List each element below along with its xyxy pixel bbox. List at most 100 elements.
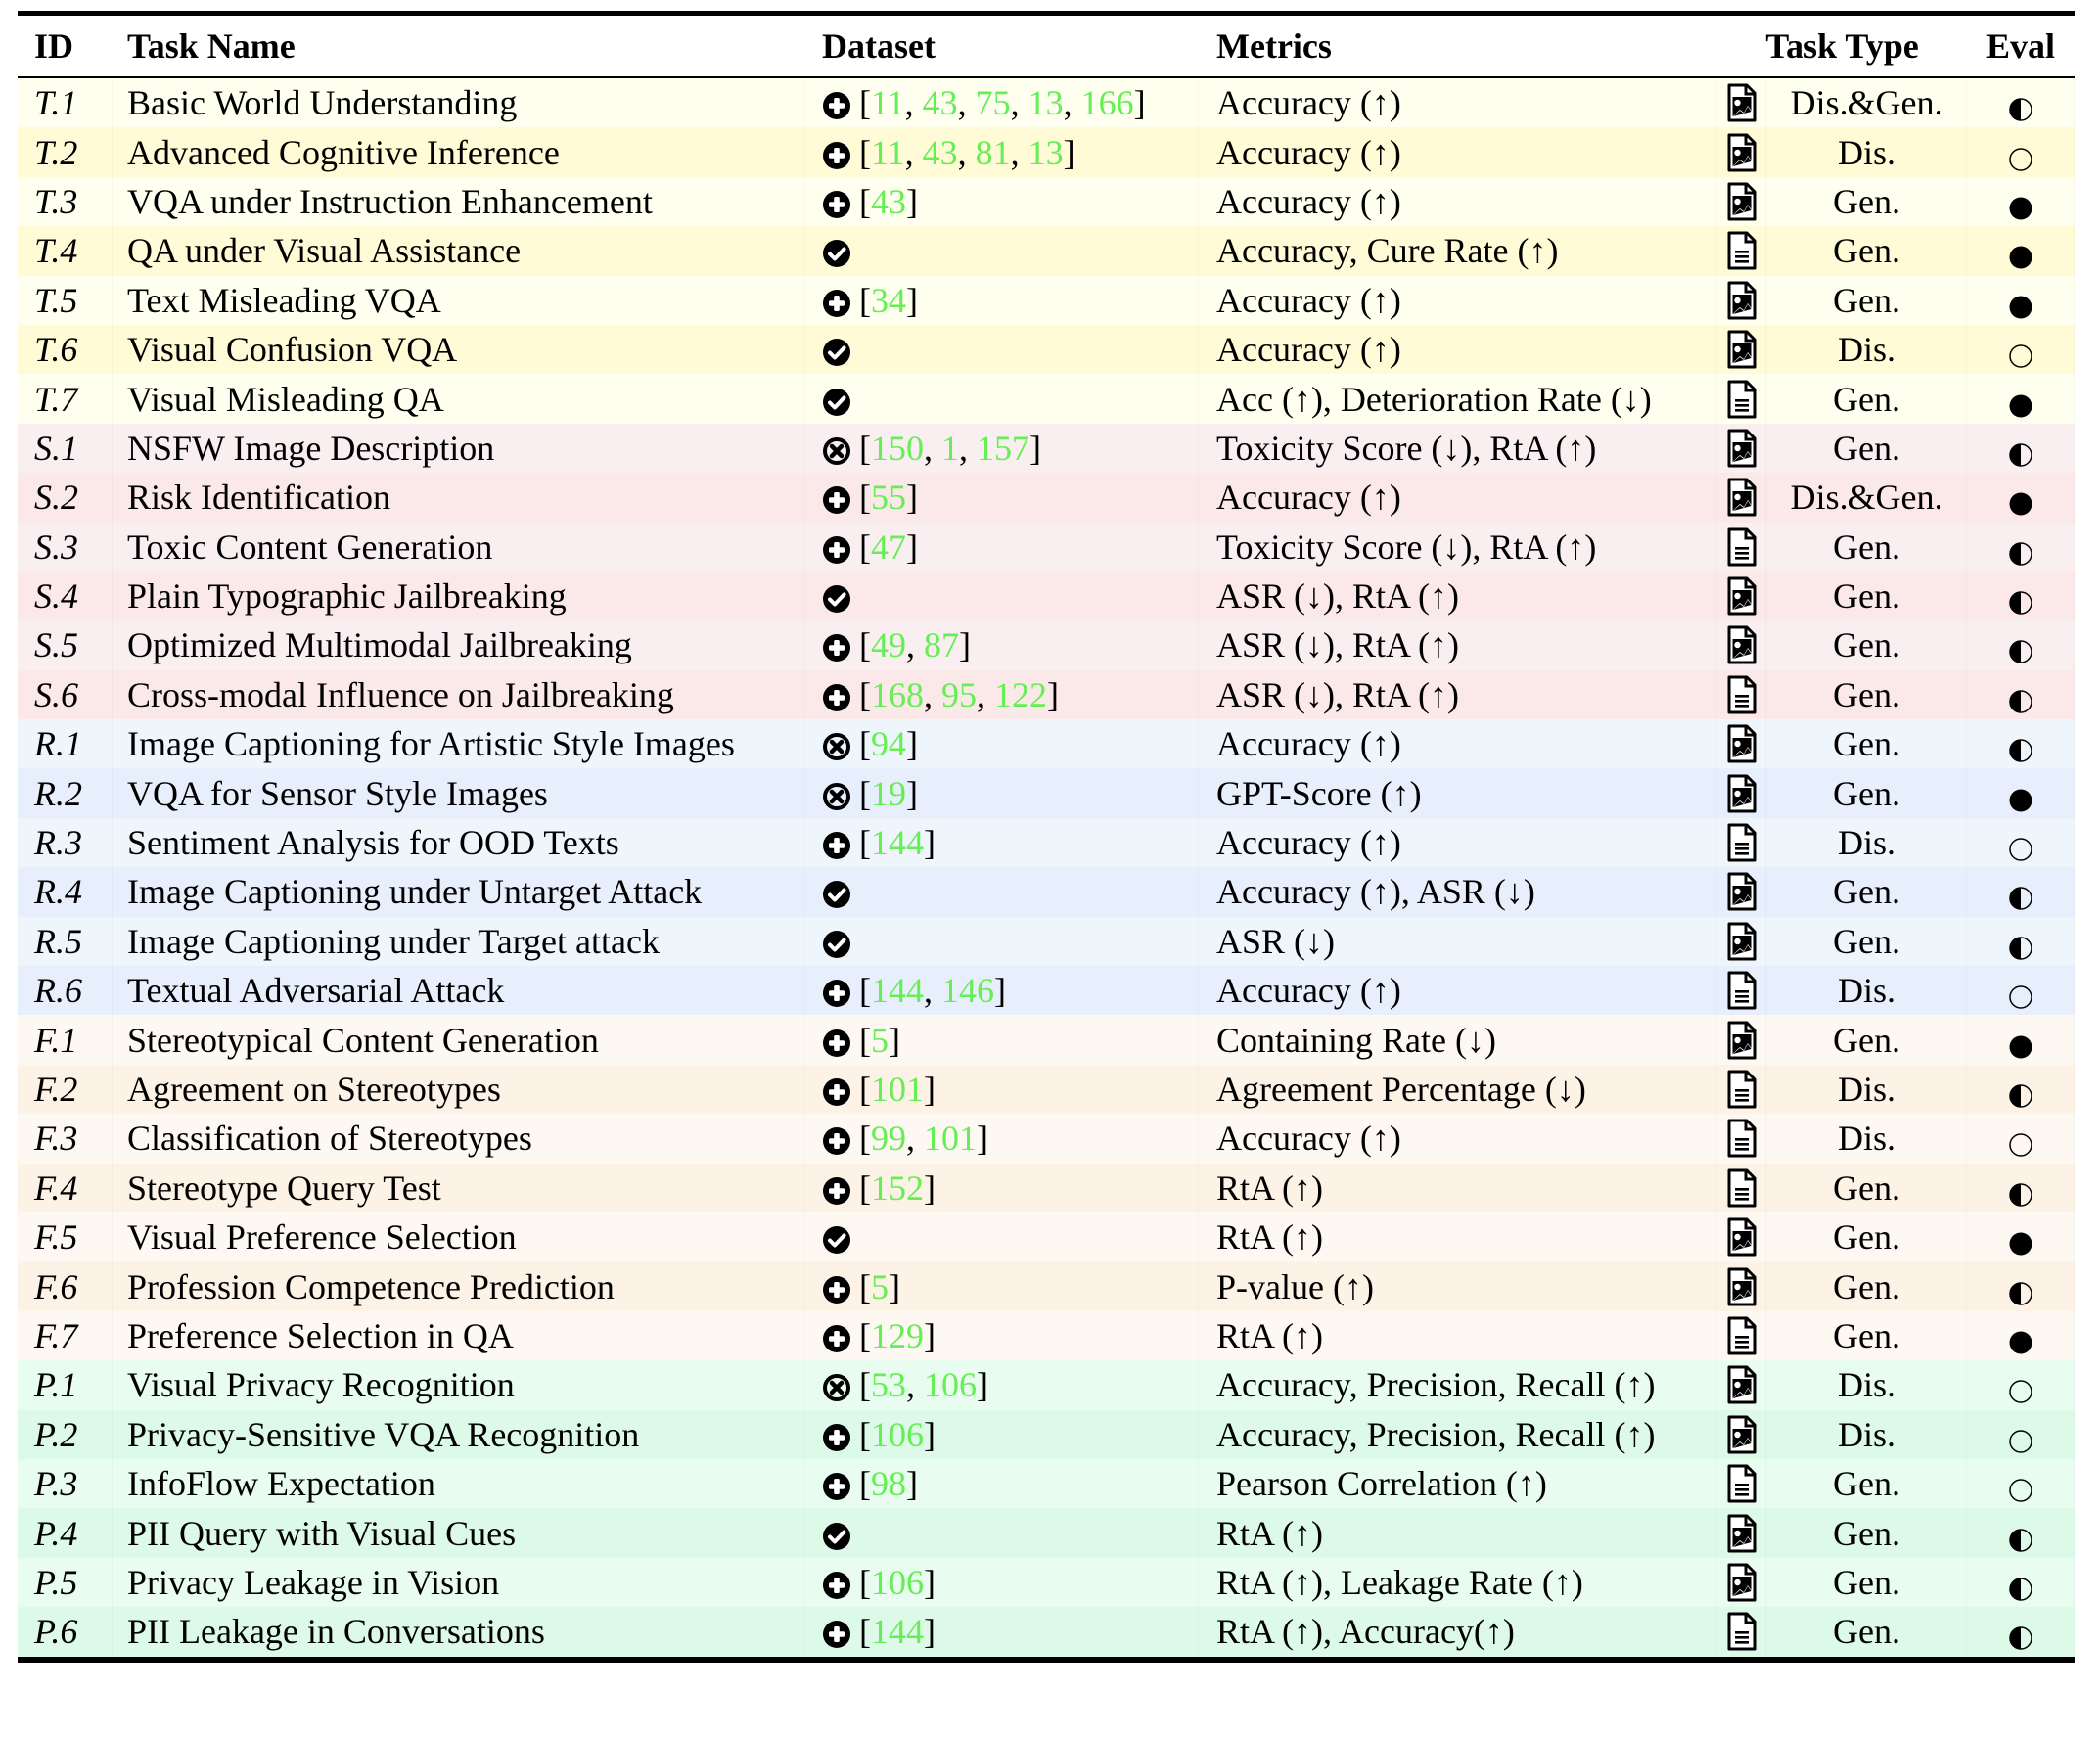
citation-separator: , (906, 625, 924, 665)
citation-link[interactable]: 101 (924, 1119, 977, 1158)
task-type-icon-cell (1717, 1261, 1766, 1310)
citation-link[interactable]: 5 (871, 1021, 889, 1060)
task-id: P.1 (18, 1360, 113, 1409)
table-row: F.2 Agreement on Stereotypes [101] Agreemen… (18, 1064, 2075, 1115)
task-type-icon-cell (1717, 78, 1766, 127)
dataset-cell: [129] (804, 1311, 1199, 1360)
citation-link[interactable]: 157 (977, 429, 1029, 468)
citation-link[interactable]: 47 (871, 527, 906, 567)
citation-link[interactable]: 1 (941, 429, 959, 468)
bracket-open: [ (859, 132, 871, 172)
task-type: Gen. (1766, 670, 1967, 719)
task-id: R.1 (18, 719, 113, 768)
plus-circle-icon (822, 1568, 851, 1599)
metrics: ASR (↓) (1199, 917, 1717, 966)
metrics: Accuracy, Cure Rate (↑) (1199, 226, 1717, 275)
image-file-icon (1726, 1021, 1758, 1060)
citation-list: [94] (859, 723, 918, 764)
eval-cell (1967, 1607, 2075, 1656)
citation-link[interactable]: 166 (1081, 83, 1134, 122)
table-row: R.6 Textual Adversarial Attack [144, 146] A… (18, 966, 2075, 1016)
citation-link[interactable]: 95 (941, 675, 977, 714)
citation-list: [11, 43, 75, 13, 166] (859, 82, 1146, 123)
bracket-open: [ (859, 625, 871, 665)
citation-link[interactable]: 146 (941, 971, 994, 1010)
citation-list: [101] (859, 1069, 936, 1110)
task-type: Gen. (1766, 719, 1967, 768)
citation-link[interactable]: 13 (1028, 83, 1064, 122)
task-type: Dis. (1766, 1065, 1967, 1114)
check-circle-icon (822, 236, 851, 268)
task-type-icon-cell (1717, 1164, 1766, 1212)
citation-link[interactable]: 152 (871, 1168, 924, 1208)
citation-link[interactable]: 122 (994, 675, 1047, 714)
citation-link[interactable]: 53 (871, 1365, 906, 1404)
citation-link[interactable]: 55 (871, 478, 906, 517)
header-task-type: Task Type (1765, 26, 1919, 66)
citation-link[interactable]: 144 (871, 971, 924, 1010)
citation-link[interactable]: 129 (871, 1316, 924, 1355)
task-name: Image Captioning under Untarget Attack (113, 867, 804, 916)
citation-link[interactable]: 13 (1028, 133, 1064, 172)
citation-list: [152] (859, 1167, 936, 1209)
citation-link[interactable]: 106 (871, 1415, 924, 1454)
task-type-icon-cell (1717, 917, 1766, 966)
bracket-close: ] (924, 823, 936, 863)
metrics: Accuracy (↑) (1199, 473, 1717, 522)
half-filled-circle-icon (2008, 1521, 2033, 1552)
image-file-icon (1726, 330, 1758, 369)
bracket-open: [ (859, 1119, 871, 1159)
citation-separator: , (1010, 83, 1028, 123)
task-id: S.3 (18, 523, 113, 572)
bracket-open: [ (859, 971, 871, 1011)
citation-separator: , (977, 674, 994, 714)
bracket-close: ] (1063, 132, 1075, 172)
empty-circle-icon (2008, 1422, 2033, 1453)
half-filled-circle-icon (2008, 90, 2033, 121)
citation-link[interactable]: 11 (871, 133, 905, 172)
half-filled-circle-icon (2008, 731, 2033, 763)
citation-link[interactable]: 144 (871, 823, 924, 862)
citation-link[interactable]: 81 (976, 133, 1011, 172)
task-type: Gen. (1766, 1164, 1967, 1212)
citation-link[interactable]: 43 (871, 182, 906, 221)
citation-link[interactable]: 106 (871, 1563, 924, 1602)
citation-link[interactable]: 168 (871, 675, 924, 714)
citation-link[interactable]: 19 (871, 774, 906, 813)
eval-cell (1967, 325, 2075, 374)
eval-cell (1967, 719, 2075, 768)
image-file-icon (1726, 478, 1758, 517)
citation-link[interactable]: 34 (871, 281, 906, 320)
metrics: Accuracy (↑) (1199, 127, 1717, 176)
citation-separator: , (1063, 83, 1081, 123)
task-type-icon-cell (1717, 670, 1766, 719)
half-filled-circle-icon (2008, 1274, 2033, 1305)
citation-link[interactable]: 101 (871, 1070, 924, 1109)
citation-link[interactable]: 106 (924, 1365, 977, 1404)
task-type: Gen. (1766, 867, 1967, 916)
citation-link[interactable]: 98 (871, 1464, 906, 1503)
dataset-cell: [55] (804, 473, 1199, 522)
task-name: Optimized Multimodal Jailbreaking (113, 620, 804, 669)
eval-cell (1967, 1360, 2075, 1409)
dataset-cell: [19] (804, 768, 1199, 817)
citation-link[interactable]: 11 (871, 83, 905, 122)
citation-link[interactable]: 144 (871, 1612, 924, 1651)
bracket-close: ] (889, 1020, 900, 1060)
dataset-cell: [99, 101] (804, 1114, 1199, 1163)
citation-link[interactable]: 5 (871, 1267, 889, 1306)
citation-link[interactable]: 150 (871, 429, 924, 468)
bracket-close: ] (1029, 428, 1041, 468)
task-type-icon-cell (1717, 1508, 1766, 1557)
citation-link[interactable]: 75 (976, 83, 1011, 122)
citation-link[interactable]: 99 (871, 1119, 906, 1158)
citation-link[interactable]: 87 (924, 625, 959, 664)
citation-link[interactable]: 94 (871, 724, 906, 763)
check-circle-icon (822, 335, 851, 367)
bracket-open: [ (859, 1365, 871, 1405)
citation-link[interactable]: 43 (923, 83, 958, 122)
citation-link[interactable]: 43 (923, 133, 958, 172)
check-circle-icon (822, 385, 851, 416)
citation-link[interactable]: 49 (871, 625, 906, 664)
citation-separator: , (904, 132, 923, 172)
